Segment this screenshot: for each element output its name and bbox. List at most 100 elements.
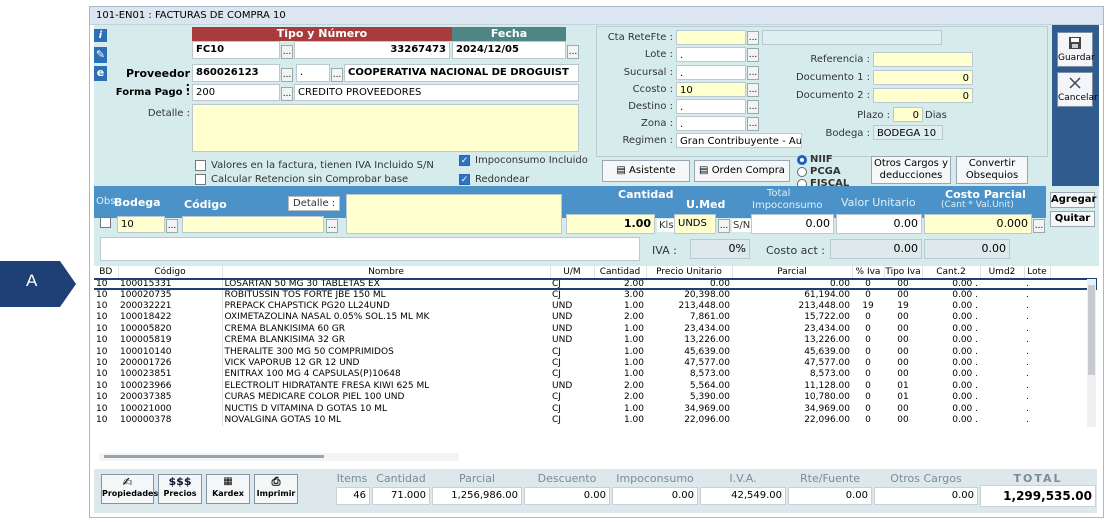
calcular-retencion-checkbox[interactable] <box>195 174 206 185</box>
notes-wide-field[interactable] <box>100 237 640 261</box>
fecha-field[interactable]: 2024/12/05 <box>452 41 566 59</box>
zona-button[interactable]: ... <box>747 117 759 131</box>
documento2-field[interactable]: 0 <box>873 88 973 103</box>
lote-field[interactable]: . <box>676 47 746 62</box>
imprimir-label: Imprimir <box>256 489 296 498</box>
table-row[interactable]: 10 100005820 CREMA BLANKISIMA 60 GR UND 1.00… <box>94 323 1050 336</box>
otros-cargos-button[interactable]: Otros Cargos y deducciones <box>871 156 951 184</box>
grid-column-header[interactable]: Parcial <box>732 266 853 279</box>
cantidad-entry-field[interactable]: 1.00 <box>566 214 655 234</box>
umed-entry-button[interactable]: ... <box>718 219 730 233</box>
redondear-checkbox[interactable]: ✓ <box>459 174 470 185</box>
ccosto-button[interactable]: ... <box>747 83 759 97</box>
forma-pago-desc-field[interactable]: CREDITO PROVEEDORES <box>294 84 579 101</box>
grid-column-header[interactable]: Cantidad <box>594 266 647 279</box>
quitar-button[interactable]: Quitar <box>1050 211 1095 227</box>
grid-column-header[interactable]: U/M <box>550 266 595 279</box>
obs-label: Obs <box>96 196 116 207</box>
sucursal-button[interactable]: ... <box>747 66 759 80</box>
cancelar-button[interactable]: Cancelar <box>1057 72 1098 107</box>
detalle-entry-field[interactable] <box>346 194 562 234</box>
lote-button[interactable]: ... <box>747 48 759 62</box>
agregar-button[interactable]: Agregar <box>1050 192 1096 208</box>
table-cell: 1.00 <box>623 414 644 425</box>
precios-button[interactable]: $$$ Precios <box>158 474 202 504</box>
bodega-field[interactable]: BODEGA 10 <box>873 125 943 140</box>
impoconsumo-incluido-checkbox[interactable]: ✓ <box>459 155 470 166</box>
tipo-lookup-button[interactable]: ... <box>281 45 293 59</box>
table-row[interactable]: 10 200037385 CURAS MEDICARE COLOR PIEL 100… <box>94 392 1050 404</box>
detalle-textarea[interactable] <box>192 104 579 152</box>
table-row[interactable]: 10 100010140 THERALITE 300 MG 50 COMPRIMID… <box>94 346 1050 358</box>
ccosto-field[interactable]: 10 <box>676 82 746 97</box>
grid-column-header[interactable]: Cant.2 <box>922 266 981 279</box>
propiedades-button[interactable]: ✍ Propiedades <box>101 474 158 504</box>
numero-field[interactable]: 33267473 <box>294 41 450 59</box>
grid-column-header[interactable]: Código <box>118 266 223 279</box>
grid-column-header[interactable]: Nombre <box>222 266 551 279</box>
fecha-picker-button[interactable]: ... <box>567 45 579 59</box>
table-row[interactable]: 10 100018422 OXIMETAZOLINA NASAL 0.05% SOL… <box>94 312 1050 324</box>
codigo-entry-button[interactable]: ... <box>326 219 338 233</box>
grid-vertical-thumb[interactable] <box>1088 285 1095 375</box>
plazo-field[interactable]: 0 <box>893 107 923 122</box>
obs-checkbox[interactable] <box>100 217 111 228</box>
grid-column-header[interactable]: % Iva <box>852 266 885 279</box>
table-row[interactable]: 10 100020735 ROBITUSSIN TOS FORTE JBE 150 … <box>94 289 1050 301</box>
umed-entry-field[interactable]: UNDS <box>674 214 716 234</box>
table-row[interactable]: 10 100021000 NUCTIS D VITAMINA D GOTAS 10 … <box>94 403 1050 415</box>
proveedor-lookup-button[interactable]: ... <box>281 68 293 82</box>
convertir-obsequios-button[interactable]: Convertir Obsequios <box>956 156 1028 184</box>
items-grid[interactable]: BD Código Nombre U/M Cantidad Precio Unitario… <box>94 266 1097 461</box>
niif-radio[interactable] <box>797 155 807 165</box>
costo-parcial-entry-field[interactable]: 0.000 <box>924 214 1032 234</box>
cta-retefte-field[interactable] <box>676 30 746 45</box>
tipo-field[interactable]: FC10 <box>192 41 280 59</box>
forma-pago-code-field[interactable]: 200 <box>192 84 280 101</box>
info-icon[interactable]: i <box>94 29 107 42</box>
guardar-button[interactable]: Guardar <box>1057 32 1095 67</box>
table-row[interactable]: 10 100023966 ELECTROLIT HIDRATANTE FRESA K… <box>94 380 1050 393</box>
grid-column-header[interactable]: BD <box>94 266 119 279</box>
bodega-entry-field[interactable]: 10 <box>117 216 165 233</box>
imprimir-button[interactable]: ⎙ Imprimir <box>254 474 298 504</box>
table-row[interactable]: 10 100023851 ENITRAX 100 MG 4 CAPSULAS(P)1… <box>94 369 1050 381</box>
proveedor-dv-button[interactable]: ... <box>331 68 343 82</box>
kardex-button[interactable]: ▦ Kardex <box>206 474 250 504</box>
explorer-icon[interactable]: e <box>94 66 107 81</box>
orden-compra-button[interactable]: ▤ Orden Compra <box>694 160 790 182</box>
valor-unitario-entry-field[interactable]: 0.00 <box>836 214 922 234</box>
codigo-entry-field[interactable] <box>182 216 324 233</box>
regimen-field[interactable]: Gran Contribuyente - Auto <box>676 133 802 148</box>
bodega-entry-button[interactable]: ... <box>166 219 178 233</box>
zona-field[interactable]: . <box>676 116 746 131</box>
table-row[interactable]: 10 100000378 NOVALGINA GOTAS 10 ML CJ 1.00 22… <box>94 414 1050 427</box>
destino-field[interactable]: . <box>676 99 746 114</box>
table-cell: 213,448.00 <box>798 301 850 312</box>
forma-pago-lookup-button[interactable]: ... <box>281 87 293 101</box>
documento1-field[interactable]: 0 <box>873 70 973 85</box>
sucursal-field[interactable]: . <box>676 65 746 80</box>
grid-column-header[interactable]: Umd2 <box>980 266 1025 279</box>
table-row[interactable]: 10 200032221 PREPACK CHAPSTICK PG20 LL24UN… <box>94 300 1050 313</box>
table-row[interactable]: 10 100005819 CREMA BLANKISIMA 32 GR UND 1.00… <box>94 335 1050 347</box>
impoconsumo-entry-field[interactable]: 0.00 <box>751 214 834 234</box>
iva-incluido-checkbox[interactable] <box>195 160 206 171</box>
cta-retefte-button[interactable]: ... <box>747 31 759 45</box>
costo-act-label: Costo act : <box>766 244 825 257</box>
destino-button[interactable]: ... <box>747 100 759 114</box>
pcga-radio[interactable] <box>797 167 807 177</box>
costo-parcial-button[interactable]: ... <box>1033 219 1045 233</box>
asistente-button[interactable]: ▤ Asistente <box>602 160 690 182</box>
proveedor-dv-field[interactable]: . <box>296 64 330 82</box>
grid-horizontal-thumb[interactable] <box>104 455 324 458</box>
attach-icon[interactable]: ✎ <box>94 47 107 63</box>
grid-column-header[interactable]: Precio Unitario <box>646 266 733 279</box>
referencia-field[interactable] <box>873 52 973 67</box>
table-row[interactable]: 10 200001726 VICK VAPORUB 12 GR 12 UND CJ 1.… <box>94 357 1050 370</box>
grid-column-header[interactable]: Tipo Iva <box>884 266 923 279</box>
proveedor-nit-field[interactable]: 860026123 <box>192 64 280 82</box>
destino-label: Destino : <box>628 101 673 112</box>
proveedor-nombre-field[interactable]: COOPERATIVA NACIONAL DE DROGUIST <box>344 64 579 82</box>
grid-column-header[interactable]: Lote <box>1024 266 1051 279</box>
